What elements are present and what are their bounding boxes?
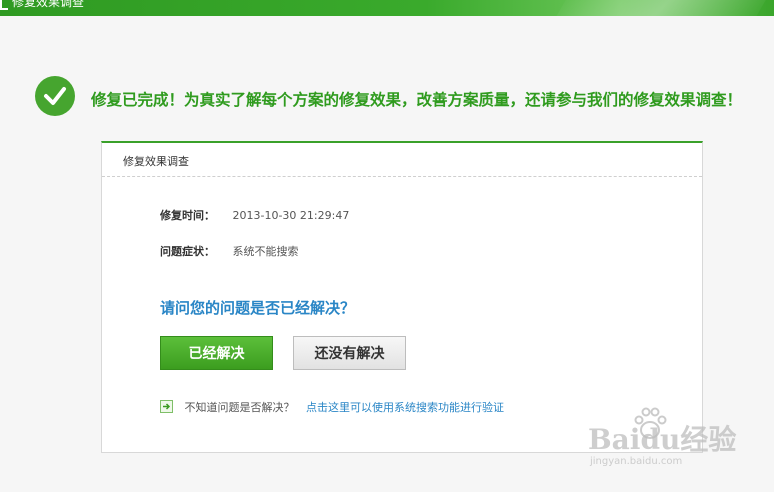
verify-question: 不知道问题是否解决？	[184, 401, 295, 414]
baidu-watermark: Baidu经验 jingyan.baidu.com	[588, 406, 738, 476]
completion-banner: 修复已完成！为真实了解每个方案的修复效果，改善方案质量，还请参与我们的修复效果调…	[35, 76, 774, 118]
unsolved-button[interactable]: 还没有解决	[293, 336, 406, 370]
app-icon	[0, 0, 8, 10]
panel-divider	[102, 176, 702, 177]
repair-time-value: 2013-10-30 21:29:47	[232, 209, 350, 222]
title-bar-shine	[542, 0, 774, 16]
verify-link[interactable]: 点击这里可以使用系统搜索功能进行验证	[306, 401, 504, 414]
checkmark-icon	[35, 76, 75, 116]
watermark-logo: Baidu经验	[588, 423, 737, 456]
completion-message: 修复已完成！为真实了解每个方案的修复效果，改善方案质量，还请参与我们的修复效果调…	[91, 91, 743, 109]
watermark-url: jingyan.baidu.com	[590, 456, 683, 467]
arrow-right-icon	[160, 400, 173, 413]
symptom-label: 问题症状：	[160, 245, 215, 258]
verify-row: 不知道问题是否解决？ 点击这里可以使用系统搜索功能进行验证	[160, 399, 504, 415]
title-bar: 修复效果调查	[0, 0, 774, 16]
solved-button[interactable]: 已经解决	[160, 336, 273, 370]
repair-time-row: 修复时间： 2013-10-30 21:29:47	[160, 207, 349, 223]
symptom-row: 问题症状： 系统不能搜索	[160, 243, 299, 259]
resolved-question: 请问您的问题是否已经解决？	[160, 299, 356, 317]
repair-time-label: 修复时间：	[160, 209, 215, 222]
window-title: 修复效果调查	[12, 0, 85, 9]
panel-title: 修复效果调查	[123, 155, 189, 168]
symptom-value: 系统不能搜索	[232, 245, 299, 258]
